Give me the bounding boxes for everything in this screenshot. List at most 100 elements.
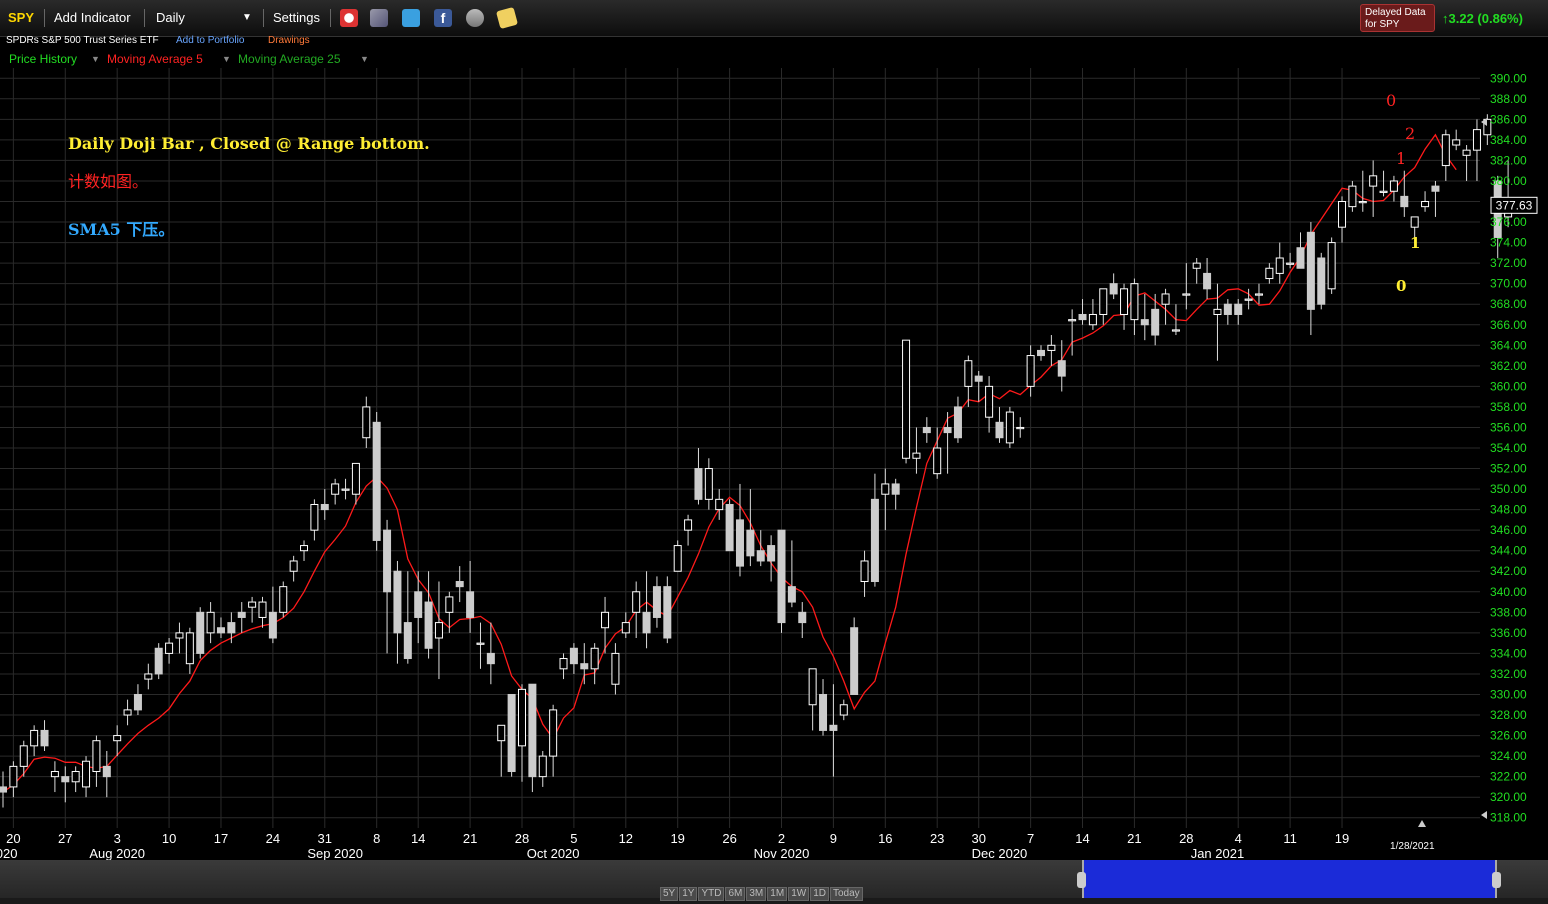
candle [144,663,153,690]
candle [1213,283,1222,361]
y-tick-label: 350.00 [1490,482,1527,496]
candle-body [704,468,713,500]
x-tick-label: 12 [619,831,633,846]
annotation-line3: SMA5 下压。 [68,220,174,239]
range-ytd-button[interactable]: YTD [698,887,725,901]
candle [725,499,734,552]
candle-body [82,760,91,788]
candle [123,699,132,726]
x-tick-label: 16 [878,831,892,846]
candle-body [50,771,59,778]
candle-body [206,611,215,634]
candle-body [1192,262,1201,269]
range-3m-button[interactable]: 3M [746,887,767,901]
candle [943,412,952,474]
candle [518,684,526,782]
range-1d-button[interactable]: 1D [810,887,829,901]
y-tick-label: 330.00 [1490,687,1527,701]
candle-body [601,611,610,629]
range-today-button[interactable]: Today [829,887,863,901]
range-buttons: 5Y 1Y YTD 6M 3M 1M 1W 1D Today [660,883,864,901]
range-6m-button[interactable]: 6M [725,887,746,901]
candle-body [819,693,828,731]
candle [30,725,39,757]
candle-body [351,462,360,495]
range-1y-button[interactable]: 1Y [679,887,698,901]
range-1m-button[interactable]: 1M [767,887,788,901]
candle-body [1016,426,1025,430]
x-tick-label: 9 [830,831,837,846]
candle-body [414,591,423,618]
candle-body [870,498,879,583]
last-price-label: 377.63 [1496,198,1533,212]
scroll-up-icon[interactable] [1418,820,1426,827]
candle-body [9,765,18,788]
candle-body [1389,180,1398,192]
y-tick-label: 346.00 [1490,523,1527,537]
range-1w-button[interactable]: 1W [788,887,810,901]
candle-body [362,406,371,439]
candle-body [497,724,506,742]
candle [1462,145,1471,181]
candle [1182,263,1191,310]
candle-body [1410,216,1419,228]
candle-body [518,688,526,747]
range-5y-button[interactable]: 5Y [660,887,679,901]
candle-body [1421,201,1430,208]
candle-body [1286,262,1295,265]
candle [767,535,776,582]
x-tick-label: 30 [971,831,985,846]
candle [839,699,848,721]
x-tick-label: 20 [6,831,20,846]
candle [684,514,693,546]
candle [268,586,277,644]
candle [40,720,49,751]
candle [216,617,225,638]
candle-body [652,586,661,618]
annotation-line1: Daily Doji Bar , Closed @ Range bottom. [68,134,430,153]
candle-body [777,529,786,624]
y-tick-label: 382.00 [1490,153,1527,167]
candle [891,478,900,510]
x-month-label: Dec 2020 [972,846,1028,860]
candle-body [611,652,620,685]
candle [694,448,703,505]
left-range-handle[interactable] [1077,872,1086,888]
x-tick-label: 5 [570,831,577,846]
navigator[interactable]: 5Y 1Y YTD 6M 3M 1M 1W 1D Today [0,860,1548,904]
candle-body [1161,293,1170,305]
candle-body [185,632,194,665]
candle-body [1037,349,1045,357]
y-tick-label: 340.00 [1490,585,1527,599]
navigator-selection[interactable] [1082,860,1497,898]
y-tick-label: 386.00 [1490,112,1527,126]
candle [1400,170,1409,217]
candle [611,643,620,695]
candle-body [455,581,464,588]
x-axis: 20 27 3 10 17 24 31 8 14 21 28 5 12 19 26 2 9 16 23 30 7 14 21… [0,831,1435,860]
right-range-handle[interactable] [1492,872,1501,888]
candle-body [1327,242,1336,290]
candle-body [1452,139,1461,146]
navigator-minimap[interactable]: 5Y 1Y YTD 6M 3M 1M 1W 1D Today [0,860,1548,901]
scroll-marker[interactable] [1481,811,1487,819]
candle [445,591,454,633]
y-tick-label: 338.00 [1490,605,1527,619]
candle-body [684,519,693,531]
candle [538,750,547,787]
y-tick-label: 336.00 [1490,626,1527,640]
candle [320,489,329,520]
y-axis: 318.00 320.00 322.00 324.00 326.00 328.00 330.… [1490,71,1527,824]
y-tick-label: 344.00 [1490,544,1527,558]
candle [1389,175,1398,202]
candle-body [829,724,838,731]
candle [569,643,578,674]
candle [289,555,298,582]
x-tick-label: 1/28/2021 [1390,841,1435,852]
candle-body [798,611,807,624]
candle [113,725,122,757]
candle-body [735,519,744,567]
price-chart[interactable]: 318.00 320.00 322.00 324.00 326.00 328.00 330.… [0,0,1548,860]
candle-body [933,447,942,475]
x-tick-label: 14 [1075,831,1089,846]
